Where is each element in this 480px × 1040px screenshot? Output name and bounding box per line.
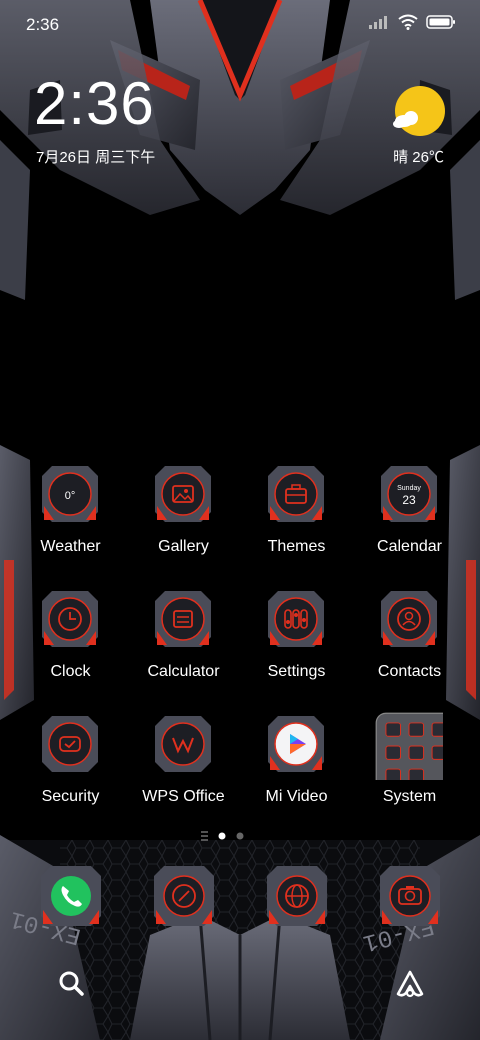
gallery-icon	[155, 466, 211, 522]
battery-icon	[426, 15, 455, 29]
app-gallery[interactable]: Gallery	[127, 466, 240, 576]
camera-icon[interactable]	[380, 866, 440, 926]
app-label: Calendar	[377, 538, 442, 555]
calendar-day-name: Sunday	[397, 485, 421, 492]
app-label: Security	[41, 788, 100, 805]
search-icon[interactable]	[54, 966, 90, 1002]
signal-icon	[369, 16, 387, 29]
app-calculator[interactable]: Calculator	[127, 591, 240, 701]
folder-icon	[375, 712, 443, 780]
calculator-icon	[155, 591, 211, 647]
feed-page-icon[interactable]	[201, 831, 208, 841]
app-mi-video[interactable]: Mi Video	[240, 716, 353, 826]
weather-icon: 0°	[42, 466, 98, 522]
app-wps-office[interactable]: WPS Office	[127, 716, 240, 826]
app-clock[interactable]: Clock	[14, 591, 127, 701]
phone-icon[interactable]	[41, 866, 101, 926]
wps-icon	[155, 716, 211, 772]
app-label: Calculator	[147, 663, 220, 680]
calendar-icon: Sunday 23	[381, 466, 437, 522]
app-label: Settings	[267, 663, 326, 680]
app-system-folder[interactable]: System	[353, 712, 466, 826]
app-label: WPS Office	[142, 788, 225, 805]
sun-cloud-icon[interactable]	[392, 84, 446, 138]
app-label: System	[382, 788, 437, 805]
app-weather[interactable]: 0° Weather	[14, 466, 127, 576]
page-dot-active[interactable]	[218, 832, 226, 840]
app-settings[interactable]: Settings	[240, 591, 353, 701]
sliders-icon	[268, 591, 324, 647]
app-label: Clock	[50, 663, 91, 680]
briefcase-icon	[268, 466, 324, 522]
clock-icon	[42, 591, 98, 647]
app-label: Gallery	[158, 538, 209, 555]
app-contacts[interactable]: Contacts	[353, 591, 466, 701]
app-calendar[interactable]: Sunday 23 Calendar	[353, 466, 466, 576]
clock-widget-time[interactable]: 2:36	[34, 74, 155, 134]
page-dot[interactable]	[236, 832, 244, 840]
status-time: 2:36	[26, 15, 60, 34]
wifi-icon	[398, 14, 418, 30]
page-indicator[interactable]	[199, 829, 281, 843]
app-label: Mi Video	[265, 788, 328, 805]
status-bar: 2:36	[0, 0, 480, 50]
weather-widget-text: 晴 26℃	[393, 149, 444, 166]
app-themes[interactable]: Themes	[240, 466, 353, 576]
globe-icon[interactable]	[267, 866, 327, 926]
assistant-icon[interactable]	[392, 966, 428, 1002]
calendar-day-number: 23	[402, 493, 416, 507]
app-security[interactable]: Security	[14, 716, 127, 826]
app-label: Themes	[267, 538, 326, 555]
app-label: Weather	[40, 538, 101, 555]
person-icon	[381, 591, 437, 647]
play-icon	[268, 716, 324, 772]
message-icon[interactable]	[154, 866, 214, 926]
weather-badge: 0°	[65, 490, 76, 502]
shield-check-icon	[42, 716, 98, 772]
clock-widget-date: 7月26日 周三下午	[36, 149, 156, 166]
app-label: Contacts	[377, 663, 442, 680]
